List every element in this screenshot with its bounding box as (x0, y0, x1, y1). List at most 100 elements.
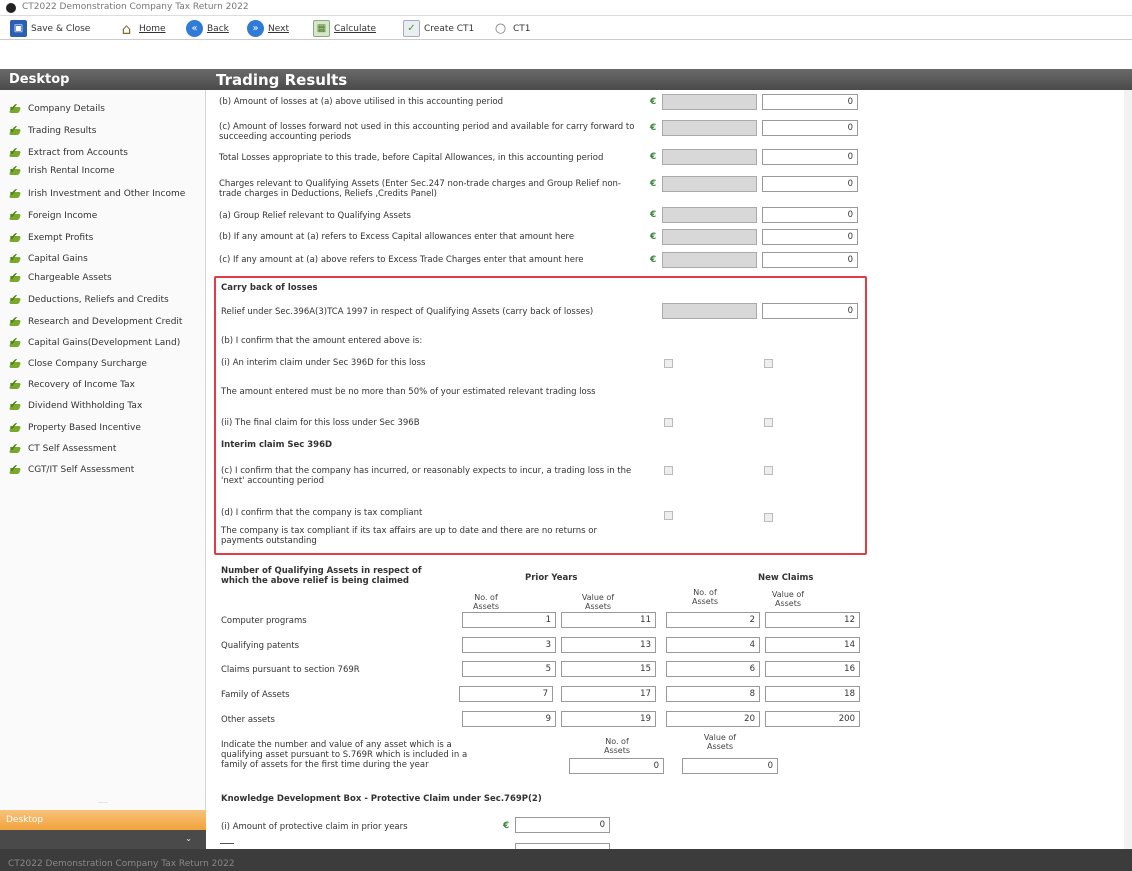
next-button[interactable]: » Next (247, 19, 289, 38)
sidebar-item[interactable]: Trading Results (9, 123, 96, 139)
checkmark-icon (9, 398, 21, 412)
sidebar-item[interactable]: Chargeable Assets (9, 270, 112, 286)
sidebar-item[interactable]: Company Details (9, 101, 105, 117)
checkmark-icon (9, 208, 21, 222)
sidebar-item-label: Company Details (28, 104, 105, 114)
asset-n-no-input[interactable]: 6 (666, 661, 760, 677)
app-icon (6, 3, 16, 13)
final-claim-checkbox-2[interactable] (764, 418, 773, 427)
home-button[interactable]: ⌂ Home (118, 19, 166, 38)
asset-row-label: Claims pursuant to section 769R (221, 665, 360, 675)
sidebar-item[interactable]: Irish Rental Income (9, 163, 115, 179)
asset-n-no-input[interactable]: 8 (666, 686, 760, 702)
asset-n-val-input[interactable]: 18 (765, 686, 860, 702)
toolbar-spacer (0, 40, 1132, 69)
kdb-heading: Knowledge Development Box - Protective C… (221, 794, 542, 804)
back-button[interactable]: « Back (186, 19, 229, 38)
asset-n-no-input[interactable]: 20 (666, 711, 760, 727)
sidebar-item[interactable]: Dividend Withholding Tax (9, 398, 142, 414)
sidebar-item-label: Deductions, Reliefs and Credits (28, 295, 169, 305)
indicate-no-input[interactable]: 0 (569, 758, 664, 774)
loss-row-label: Total Losses appropriate to this trade, … (219, 153, 604, 163)
sidebar-item[interactable]: Property Based Incentive (9, 420, 141, 436)
sidebar-item[interactable]: Deductions, Reliefs and Credits (9, 292, 169, 308)
create-ct1-button[interactable]: ✓ Create CT1 (403, 19, 474, 38)
sidebar-item[interactable]: Capital Gains(Development Land) (9, 335, 180, 351)
loss-row-input[interactable]: 0 (762, 252, 858, 268)
loss-row-input[interactable]: 0 (762, 149, 858, 165)
interim-claim-checkbox-1[interactable] (664, 359, 673, 368)
sidebar-item[interactable]: Capital Gains (9, 251, 88, 267)
asset-n-no-input[interactable]: 2 (666, 612, 760, 628)
disabled-field (662, 207, 757, 223)
calculate-button[interactable]: ▦ Calculate (313, 19, 376, 38)
loss-row-input[interactable]: 0 (762, 176, 858, 192)
next-period-loss-checkbox-1[interactable] (664, 466, 673, 475)
euro-icon: € (650, 210, 657, 220)
disabled-field (662, 120, 757, 136)
loss-row-label: (a) Group Relief relevant to Qualifying … (219, 211, 411, 221)
sidebar-item-label: Recovery of Income Tax (28, 380, 135, 390)
sidebar-item[interactable]: Irish Investment and Other Income (9, 186, 185, 202)
asset-n-val-input[interactable]: 200 (765, 711, 860, 727)
asset-p-no-input[interactable]: 5 (462, 661, 556, 677)
asset-n-val-input[interactable]: 12 (765, 612, 860, 628)
sidebar-item[interactable]: Foreign Income (9, 208, 97, 224)
sidebar-item-label: CT Self Assessment (28, 444, 117, 454)
checkmark-icon (9, 441, 21, 455)
new-claims-header: New Claims (758, 573, 814, 583)
asset-p-no-input[interactable]: 3 (462, 637, 556, 653)
sidebar-item[interactable]: Recovery of Income Tax (9, 377, 135, 393)
loss-row-input[interactable]: 0 (762, 229, 858, 245)
save-close-button[interactable]: ▣ Save & Close (10, 19, 90, 38)
sidebar-item-label: Exempt Profits (28, 233, 94, 243)
loss-row-input[interactable]: 0 (762, 120, 858, 136)
sidebar-splitter[interactable]: ····· (0, 800, 206, 810)
sidebar-item[interactable]: Exempt Profits (9, 230, 93, 246)
checkmark-icon (9, 251, 21, 265)
sidebar-item[interactable]: CT Self Assessment (9, 441, 116, 457)
tax-compliant-checkbox-2[interactable] (764, 513, 773, 522)
save-icon: ▣ (10, 20, 27, 37)
indicate-value-input[interactable]: 0 (682, 758, 778, 774)
tax-compliant-checkbox-1[interactable] (664, 511, 673, 520)
kdb-prior-input[interactable]: 0 (515, 817, 610, 833)
desktop-tab[interactable]: Desktop (0, 810, 206, 830)
checkmark-icon (9, 230, 21, 244)
prior-no-header: No. of Assets (472, 593, 500, 611)
disabled-field (662, 149, 757, 165)
page-title: Trading Results (206, 69, 1132, 90)
asset-p-val-input[interactable]: 15 (561, 661, 656, 677)
checkmark-icon (9, 420, 21, 434)
tax-compliant-label: (d) I confirm that the company is tax co… (221, 508, 423, 518)
sidebar-item-label: Close Company Surcharge (28, 359, 147, 369)
sidebar-item[interactable]: Extract from Accounts (9, 145, 128, 161)
sidebar-item[interactable]: CGT/IT Self Assessment (9, 462, 134, 478)
euro-icon: € (650, 152, 657, 162)
relief-input[interactable]: 0 (762, 303, 858, 319)
asset-n-no-input[interactable]: 4 (666, 637, 760, 653)
asset-n-val-input[interactable]: 14 (765, 637, 860, 653)
vertical-scrollbar[interactable] (1124, 90, 1132, 849)
asset-n-val-input[interactable]: 16 (765, 661, 860, 677)
asset-p-val-input[interactable]: 17 (561, 686, 656, 702)
asset-p-val-input[interactable]: 11 (561, 612, 656, 628)
chevron-down-icon[interactable]: ⌄ (0, 830, 206, 849)
checkmark-icon (9, 292, 21, 306)
next-period-loss-checkbox-2[interactable] (764, 466, 773, 475)
asset-p-no-input[interactable]: 9 (462, 711, 556, 727)
ct1-button[interactable]: ○ CT1 (492, 19, 531, 38)
sidebar-item-label: Dividend Withholding Tax (28, 401, 143, 411)
asset-p-no-input[interactable]: 1 (462, 612, 556, 628)
sidebar-item[interactable]: Close Company Surcharge (9, 356, 147, 372)
asset-p-no-input[interactable]: 7 (459, 686, 553, 702)
loss-row-input[interactable]: 0 (762, 207, 858, 223)
final-claim-checkbox-1[interactable] (664, 418, 673, 427)
asset-p-val-input[interactable]: 19 (561, 711, 656, 727)
checkmark-icon (9, 462, 21, 476)
back-arrow-icon: « (186, 20, 203, 37)
asset-p-val-input[interactable]: 13 (561, 637, 656, 653)
loss-row-input[interactable]: 0 (762, 94, 858, 110)
sidebar-item[interactable]: Research and Development Credit (9, 314, 182, 330)
interim-claim-checkbox-2[interactable] (764, 359, 773, 368)
